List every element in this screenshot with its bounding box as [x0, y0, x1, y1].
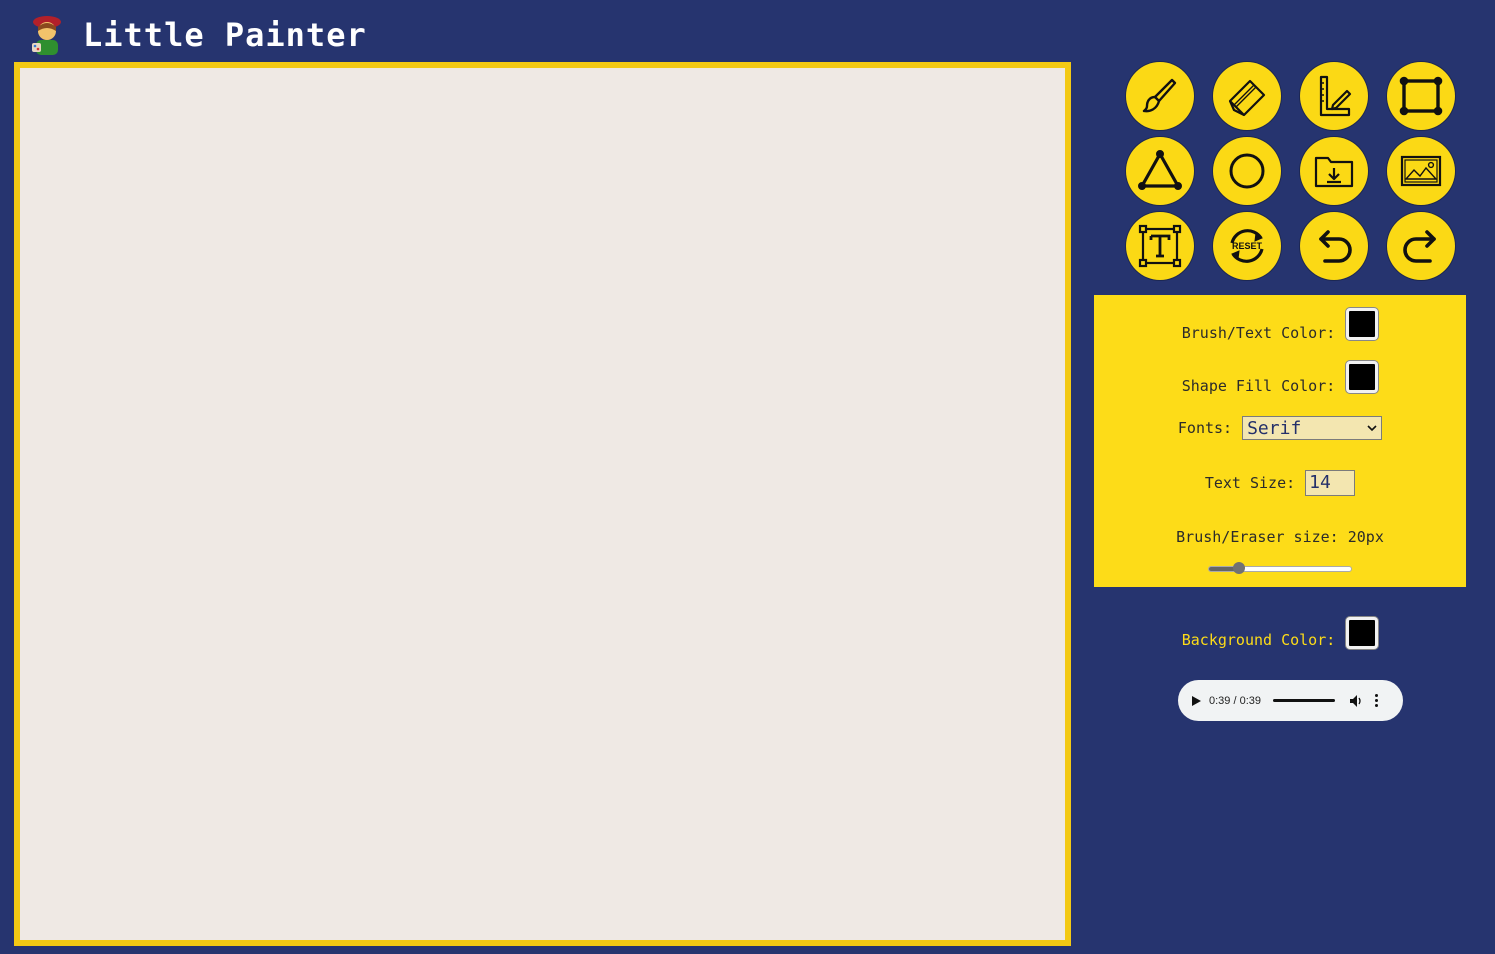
brush-color-label: Brush/Text Color: [1181, 324, 1336, 342]
reset-icon-label: RESET [1232, 241, 1263, 251]
app-title: Little Painter [83, 16, 367, 54]
redo-button[interactable] [1387, 212, 1455, 280]
volume-icon[interactable] [1349, 694, 1363, 708]
fonts-select[interactable]: Serif [1242, 416, 1383, 440]
background-color-picker[interactable] [1346, 617, 1379, 649]
eraser-icon [1228, 79, 1266, 117]
image-upload-button[interactable] [1387, 137, 1455, 205]
undo-button[interactable] [1300, 212, 1368, 280]
reset-button[interactable]: RESET [1213, 212, 1281, 280]
painter-emoji-icon [32, 16, 61, 55]
chevron-down-icon [1367, 425, 1377, 432]
brush-size-row: Brush/Eraser size: 20px [1094, 528, 1466, 546]
text-size-label: Text Size: [1204, 474, 1296, 492]
audio-player: 0:39 / 0:39 [1178, 680, 1403, 721]
circle-tool-button[interactable] [1213, 137, 1281, 205]
more-options-icon[interactable] [1375, 694, 1379, 707]
rectangle-icon [1399, 76, 1443, 116]
audio-time: 0:39 / 0:39 [1209, 694, 1261, 707]
save-button[interactable] [1300, 137, 1368, 205]
settings-panel: Brush/Text Color: Shape Fill Color: Font… [1094, 295, 1466, 587]
background-color-label: Background Color: [1181, 631, 1336, 649]
brush-size-slider[interactable] [1208, 562, 1352, 574]
ruler-pencil-icon [1319, 75, 1352, 117]
brush-button[interactable] [1126, 62, 1194, 130]
fonts-row: Fonts: Serif [1094, 416, 1466, 440]
undo-icon [1319, 230, 1352, 263]
line-tool-button[interactable] [1300, 62, 1368, 130]
fonts-label: Fonts: [1177, 419, 1233, 437]
text-size-row: Text Size: 14 [1094, 470, 1466, 496]
text-size-input[interactable]: 14 [1305, 470, 1356, 496]
text-box-icon [1138, 224, 1182, 268]
triangle-icon [1137, 149, 1182, 190]
text-tool-button[interactable] [1126, 212, 1194, 280]
brush-color-row: Brush/Text Color: [1094, 308, 1466, 349]
image-icon [1400, 155, 1442, 187]
brush-size-slider-thumb[interactable] [1232, 562, 1245, 574]
toolbar: RESET [1126, 62, 1456, 280]
background-color-row: Background Color: [1094, 617, 1466, 649]
reset-icon: RESET [1230, 229, 1264, 263]
fill-color-row: Shape Fill Color: [1094, 361, 1466, 402]
fill-color-picker[interactable] [1346, 361, 1379, 393]
app-header: Little Painter [28, 10, 367, 60]
triangle-tool-button[interactable] [1126, 137, 1194, 205]
circle-icon [1229, 153, 1265, 189]
rectangle-tool-button[interactable] [1387, 62, 1455, 130]
download-folder-icon [1314, 156, 1354, 188]
fonts-select-value: Serif [1247, 417, 1302, 439]
redo-icon [1403, 230, 1436, 263]
play-icon[interactable] [1192, 695, 1201, 706]
brush-icon [1142, 78, 1177, 113]
fill-color-label: Shape Fill Color: [1181, 377, 1336, 395]
drawing-canvas[interactable] [14, 62, 1071, 946]
brush-color-picker[interactable] [1346, 308, 1379, 340]
eraser-button[interactable] [1213, 62, 1281, 130]
audio-progress-bar[interactable] [1273, 699, 1335, 702]
brush-size-label: Brush/Eraser size: 20px [1176, 528, 1384, 546]
